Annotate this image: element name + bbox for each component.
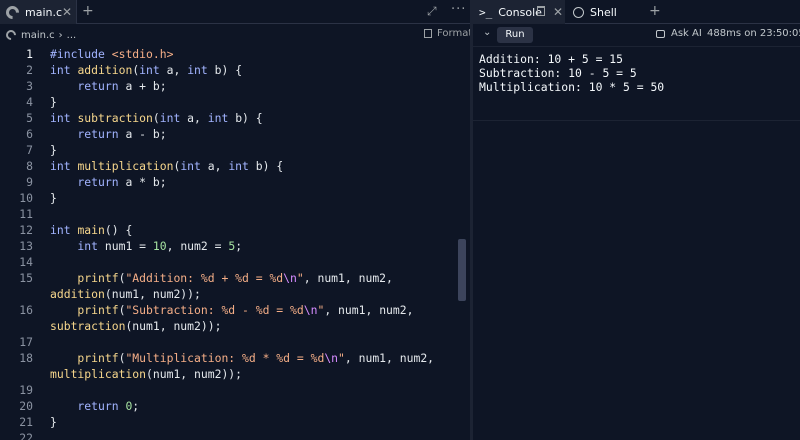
code-line[interactable]: addition(num1, num2)); [50, 287, 201, 301]
output-line: Subtraction: 10 - 5 = 5 [479, 66, 637, 80]
trash-icon[interactable] [537, 6, 545, 16]
line-number: 16 [19, 303, 33, 317]
code-line[interactable]: } [50, 95, 57, 109]
line-number: 4 [26, 95, 33, 109]
line-number: 10 [19, 191, 33, 205]
code-line[interactable]: return a - b; [50, 127, 166, 141]
line-number: 11 [19, 207, 33, 221]
line-number: 20 [19, 399, 33, 413]
console-output: Addition: 10 + 5 = 15 Subtraction: 10 - 5… [479, 52, 664, 94]
close-icon[interactable]: ✕ [553, 5, 563, 19]
tab-main-c[interactable]: main.c ✕ [0, 0, 77, 24]
divider [473, 120, 800, 121]
breadcrumb-path[interactable]: ... [67, 30, 77, 41]
close-icon[interactable]: ✕ [62, 5, 72, 19]
console-toolbar: ⌄ Run Ask AI 488ms on 23:50:05, 0 [473, 25, 800, 45]
run-button[interactable]: Run [497, 27, 533, 43]
code-line[interactable]: printf("Subtraction: %d - %d = %d\n", nu… [50, 303, 413, 317]
code-editor[interactable]: 1 2 3 4 5 6 7 8 9 10 11 12 13 14 15 16 17 18 19 20 21 22 #inc… [0, 47, 470, 440]
expand-icon[interactable]: ⤢ [427, 4, 437, 19]
line-number: 19 [19, 383, 33, 397]
line-number: 22 [19, 431, 33, 440]
c-language-icon [3, 2, 22, 22]
code-line[interactable]: printf("Addition: %d + %d = %d\n", num1,… [50, 271, 392, 285]
line-number: 5 [26, 111, 33, 125]
editor-pane: main.c ✕ + ⤢ ··· main.c › ... Format 123… [0, 0, 472, 440]
tab-console-label: Console [498, 5, 542, 19]
line-number: 13 [19, 239, 33, 253]
breadcrumb-separator: › [58, 29, 63, 41]
format-label: Format [437, 28, 473, 39]
console-tab-bar: >_ Console ✕ Shell + [473, 0, 800, 24]
output-line: Multiplication: 10 * 5 = 50 [479, 80, 665, 94]
tab-shell-label: Shell [590, 5, 617, 19]
code-line[interactable]: } [50, 415, 57, 429]
code-line[interactable]: subtraction(num1, num2)); [50, 319, 221, 333]
code-line[interactable]: #include <stdio.h> [50, 47, 173, 61]
tab-shell[interactable]: Shell [567, 0, 637, 24]
code-line[interactable]: int addition(int a, int b) { [50, 63, 242, 77]
c-language-icon [3, 27, 19, 43]
breadcrumb-file[interactable]: main.c [21, 30, 55, 41]
output-line: Addition: 10 + 5 = 15 [479, 52, 624, 66]
tab-console[interactable]: >_ Console ✕ [473, 0, 565, 24]
code-line[interactable]: int main() { [50, 223, 132, 237]
add-tab-icon[interactable]: + [649, 3, 661, 19]
line-number: 18 [19, 351, 33, 365]
line-number: 12 [19, 223, 33, 237]
chevron-down-icon[interactable]: ⌄ [483, 27, 491, 38]
code-line[interactable]: return a + b; [50, 79, 166, 93]
editor-scrollbar[interactable] [458, 239, 466, 301]
console-pane: >_ Console ✕ Shell + ⌄ Run Ask AI 488ms … [473, 0, 800, 440]
line-number: 17 [19, 335, 33, 349]
terminal-prompt-icon: >_ [479, 5, 493, 19]
line-number: 1 [26, 47, 33, 61]
code-line[interactable]: return a * b; [50, 175, 166, 189]
code-line[interactable]: int subtraction(int a, int b) { [50, 111, 263, 125]
globe-icon [573, 6, 584, 18]
editor-tab-bar: main.c ✕ + ⤢ ··· [0, 0, 470, 24]
code-line[interactable]: printf("Multiplication: %d * %d = %d\n",… [50, 351, 434, 365]
line-number: 9 [26, 175, 33, 189]
more-options-icon[interactable]: ··· [451, 2, 466, 17]
divider [473, 46, 800, 47]
line-number: 15 [19, 271, 33, 285]
code-line[interactable]: int num1 = 10, num2 = 5; [50, 239, 242, 253]
format-button[interactable]: Format [424, 28, 472, 39]
line-number: 2 [26, 63, 33, 77]
ask-ai-label: Ask AI [671, 28, 702, 39]
code-line[interactable]: } [50, 143, 57, 157]
code-line[interactable]: return 0; [50, 399, 139, 413]
tab-label: main.c [25, 5, 63, 19]
line-number: 6 [26, 127, 33, 141]
chat-icon [656, 29, 665, 38]
breadcrumb: main.c › ... Format [0, 25, 472, 45]
add-tab-icon[interactable]: + [82, 3, 94, 19]
line-number: 3 [26, 79, 33, 93]
ask-ai-button[interactable]: Ask AI [656, 28, 702, 39]
line-number: 21 [19, 415, 33, 429]
format-icon [424, 29, 432, 38]
code-line[interactable]: int multiplication(int a, int b) { [50, 159, 283, 173]
line-number: 7 [26, 143, 33, 157]
line-number: 8 [26, 159, 33, 173]
line-number: 14 [19, 255, 33, 269]
code-line[interactable]: } [50, 191, 57, 205]
run-timing: 488ms on 23:50:05, 0 [707, 28, 800, 39]
code-line[interactable]: multiplication(num1, num2)); [50, 367, 242, 381]
